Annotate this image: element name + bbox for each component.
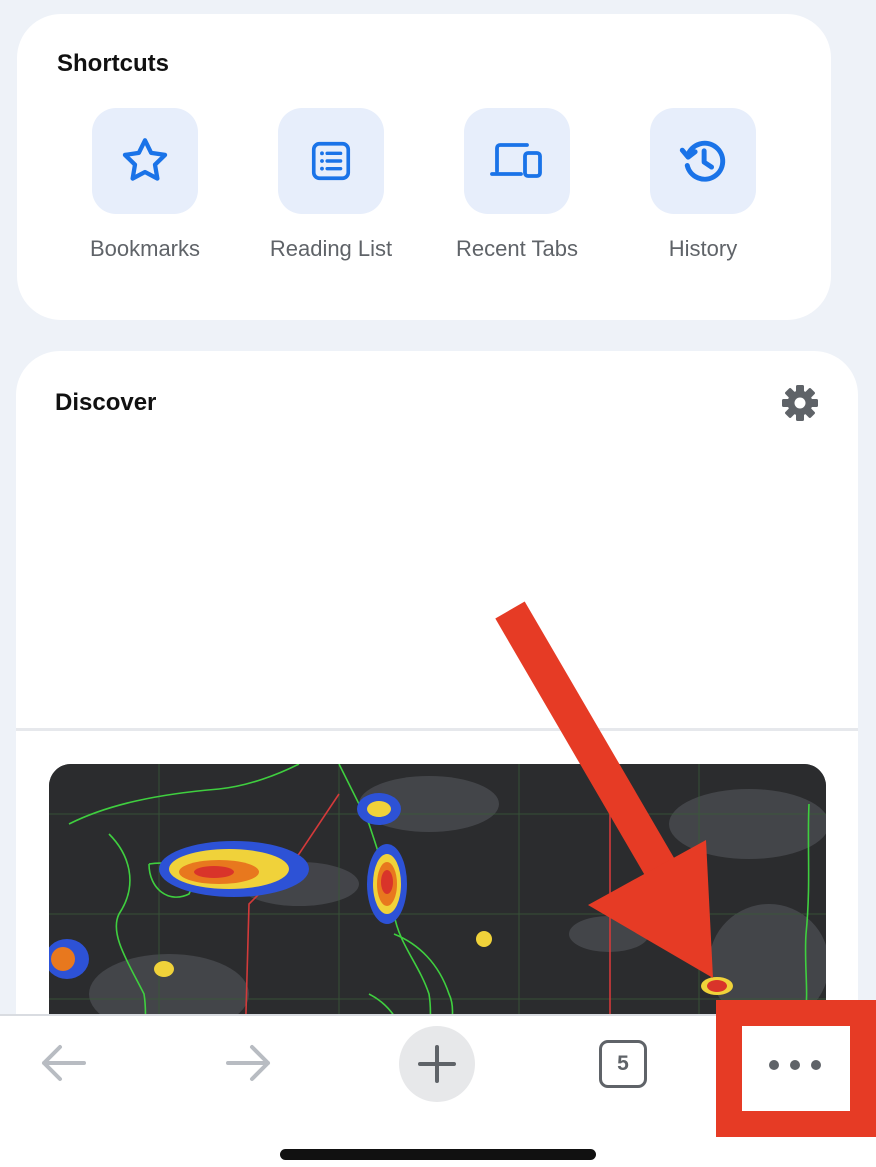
arrow-right-icon [226,1045,270,1081]
more-menu-button[interactable] [740,1030,850,1100]
new-tab-button[interactable] [399,1026,475,1102]
shortcuts-card: Shortcuts Bookmarks Reading List Recent … [17,14,831,320]
shortcut-label-history: History [668,236,738,261]
history-icon [679,140,726,182]
forward-button[interactable] [216,1036,282,1090]
back-button[interactable] [30,1036,96,1090]
discover-title: Discover [55,389,157,416]
reading-list-icon [311,141,351,181]
tab-count: 5 [599,1040,647,1088]
devices-icon [490,143,542,178]
feed-divider [16,728,858,731]
reading-list-tile[interactable] [278,108,384,214]
shortcut-label-recent-tabs: Recent Tabs [456,236,578,261]
bottom-toolbar: 5 [0,1014,876,1167]
plus-icon [418,1045,456,1083]
bookmarks-tile[interactable] [92,108,198,214]
shortcut-reading-list[interactable]: Reading List [241,108,421,278]
shortcut-label-bookmarks: Bookmarks [89,236,201,261]
home-indicator [280,1149,596,1160]
shortcut-label-reading-list: Reading List [269,236,393,261]
shortcuts-title: Shortcuts [57,50,170,77]
shortcut-recent-tabs[interactable]: Recent Tabs [427,108,607,278]
history-tile[interactable] [650,108,756,214]
recent-tabs-tile[interactable] [464,108,570,214]
arrow-left-icon [42,1045,86,1081]
page: Shortcuts Bookmarks Reading List Recent … [0,0,876,1167]
shortcut-history[interactable]: History [613,108,793,278]
tab-switcher-button[interactable]: 5 [592,1034,654,1094]
star-icon [122,138,168,181]
more-dots-icon [769,1060,821,1070]
shortcut-bookmarks[interactable]: Bookmarks [55,108,235,278]
gear-icon[interactable] [780,383,820,423]
discover-card: Discover [16,351,858,1084]
